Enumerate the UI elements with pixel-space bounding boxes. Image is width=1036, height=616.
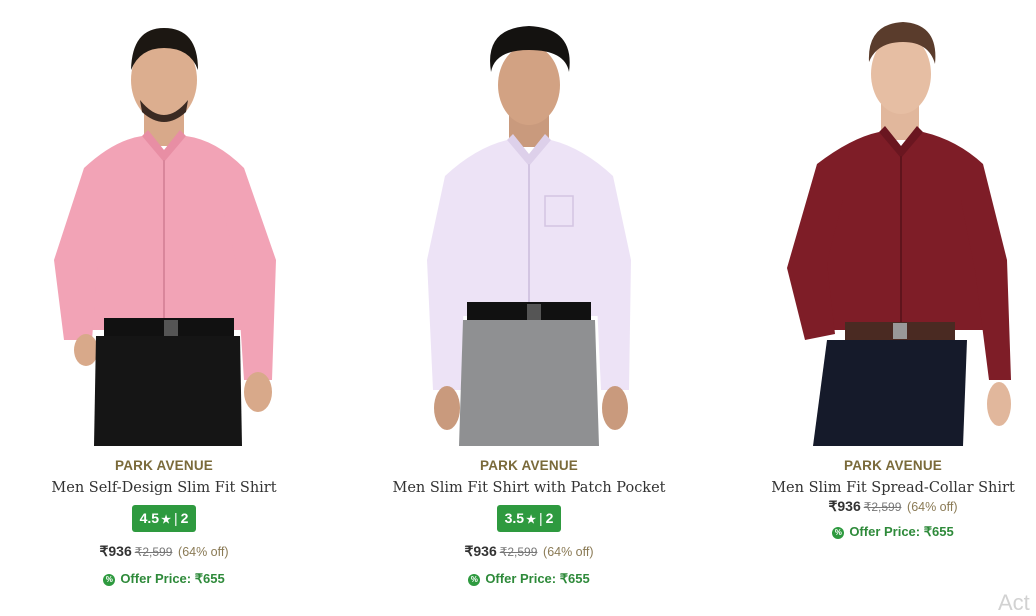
mrp-price: ₹2,599: [863, 500, 902, 514]
price-line: ₹936 ₹2,599 (64% off): [743, 498, 1036, 515]
rating-badge: 3.5 ★ | 2: [496, 505, 562, 532]
percent-icon: %: [832, 527, 845, 539]
rating-badge: 4.5 ★ | 2: [131, 505, 197, 532]
brand-name: PARK AVENUE: [115, 458, 213, 473]
rating-value: 3.5: [504, 510, 525, 526]
price-line: ₹936 ₹2,599 (64% off): [379, 543, 679, 560]
product-image[interactable]: [743, 0, 1036, 446]
activation-watermark: Act: [998, 590, 1030, 615]
review-count: 2: [180, 510, 189, 526]
selling-price: ₹936: [99, 543, 132, 559]
selling-price: ₹936: [828, 498, 861, 514]
offer-price: % Offer Price: ₹655: [379, 571, 679, 587]
discount-label: (64% off): [907, 500, 958, 514]
brand-name: PARK AVENUE: [844, 458, 942, 473]
offer-label: Offer Price: ₹655: [120, 571, 225, 586]
product-card[interactable]: PARK AVENUE Men Slim Fit Shirt with Patc…: [379, 0, 679, 587]
review-count: 2: [545, 510, 554, 526]
percent-icon: %: [468, 574, 481, 586]
star-icon: ★: [161, 514, 171, 526]
mrp-price: ₹2,599: [499, 545, 538, 559]
mrp-price: ₹2,599: [134, 545, 173, 559]
product-title[interactable]: Men Self-Design Slim Fit Shirt: [14, 480, 314, 496]
product-title[interactable]: Men Slim Fit Spread-Collar Shirt: [743, 480, 1036, 496]
offer-price: % Offer Price: ₹655: [743, 524, 1036, 540]
offer-label: Offer Price: ₹655: [485, 571, 590, 586]
star-icon: ★: [526, 514, 536, 526]
product-grid: PARK AVENUE Men Self-Design Slim Fit Shi…: [0, 0, 1036, 612]
product-card[interactable]: PARK AVENUE Men Slim Fit Spread-Collar S…: [743, 0, 1036, 540]
product-image[interactable]: [379, 0, 679, 446]
rating-value: 4.5: [139, 510, 160, 526]
brand-name: PARK AVENUE: [480, 458, 578, 473]
discount-label: (64% off): [178, 545, 229, 559]
offer-label: Offer Price: ₹655: [849, 524, 954, 539]
product-card[interactable]: PARK AVENUE Men Self-Design Slim Fit Shi…: [14, 0, 314, 587]
offer-price: % Offer Price: ₹655: [14, 571, 314, 587]
price-line: ₹936 ₹2,599 (64% off): [14, 543, 314, 560]
product-image[interactable]: [14, 0, 314, 446]
discount-label: (64% off): [543, 545, 594, 559]
percent-icon: %: [103, 574, 116, 586]
selling-price: ₹936: [464, 543, 497, 559]
product-title[interactable]: Men Slim Fit Shirt with Patch Pocket: [379, 480, 679, 496]
